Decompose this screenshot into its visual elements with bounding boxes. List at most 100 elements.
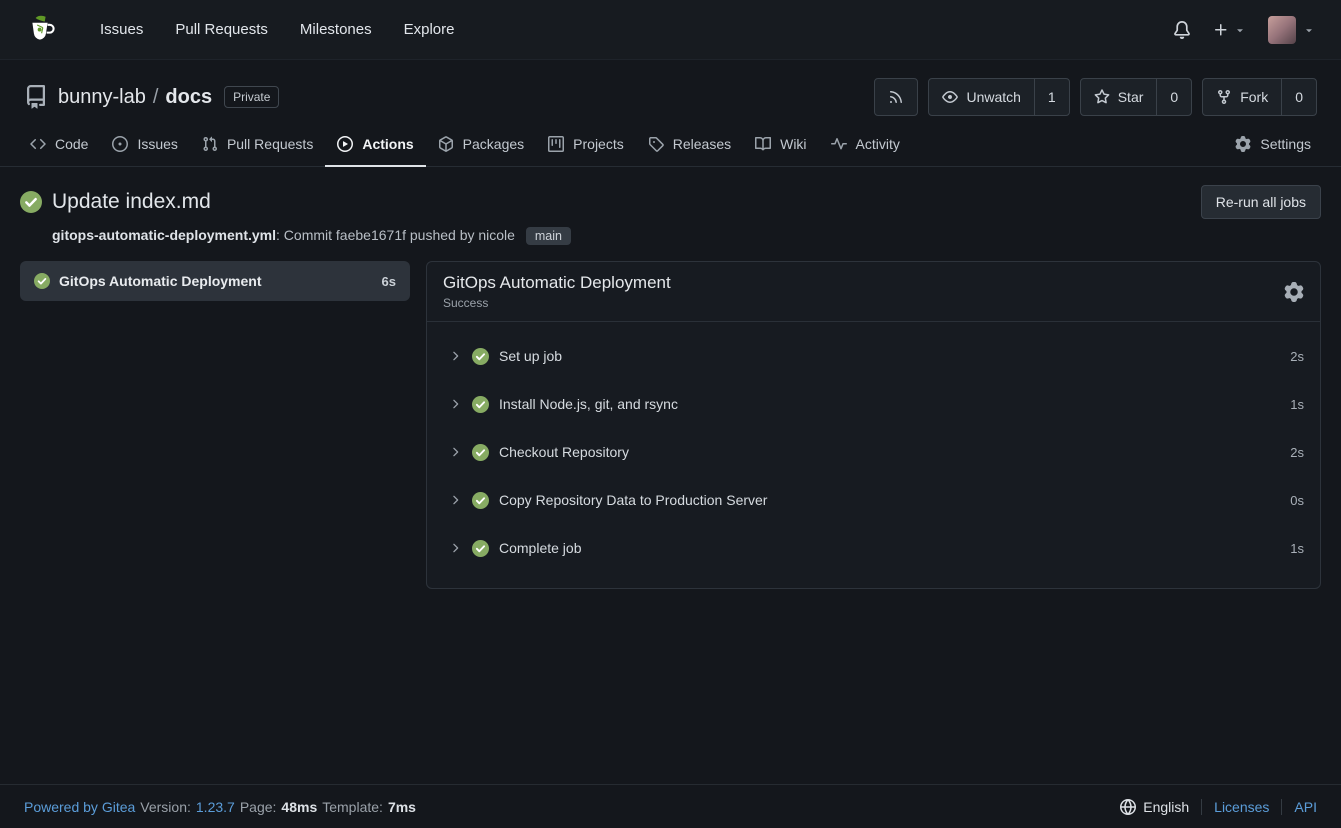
chevron-right-icon xyxy=(448,445,462,459)
globe-icon xyxy=(1120,799,1136,815)
settings-gear-icon xyxy=(1235,136,1251,152)
star-button[interactable]: Star xyxy=(1081,79,1157,115)
job-duration: 6s xyxy=(382,274,396,289)
fork-button[interactable]: Fork xyxy=(1203,79,1281,115)
tab-actions[interactable]: Actions xyxy=(325,124,425,167)
notifications-bell-icon[interactable] xyxy=(1173,21,1191,39)
watch-count[interactable]: 1 xyxy=(1034,79,1069,115)
step-success-check-icon xyxy=(472,396,489,413)
repo-icon xyxy=(24,85,48,109)
fork-icon xyxy=(1216,89,1232,105)
chevron-right-icon xyxy=(448,493,462,507)
version-label: Version: xyxy=(140,799,191,815)
chevron-right-icon xyxy=(448,397,462,411)
run-success-check-icon xyxy=(20,191,42,213)
create-new-button[interactable] xyxy=(1213,22,1246,38)
tag-icon xyxy=(648,136,664,152)
job-detail-panel: GitOps Automatic Deployment Success Set … xyxy=(426,261,1321,589)
nav-link-explore[interactable]: Explore xyxy=(388,13,471,46)
page-time-label: Page: xyxy=(240,799,277,815)
template-time-value: 7ms xyxy=(388,799,416,815)
star-count[interactable]: 0 xyxy=(1156,79,1191,115)
tab-wiki[interactable]: Wiki xyxy=(743,124,818,167)
project-board-icon xyxy=(548,136,564,152)
avatar xyxy=(1268,16,1296,44)
private-badge: Private xyxy=(224,86,279,108)
star-icon xyxy=(1094,89,1110,105)
fork-button-group: Fork 0 xyxy=(1202,78,1317,116)
job-options-gear-icon[interactable] xyxy=(1284,282,1304,302)
chevron-right-icon xyxy=(448,349,462,363)
run-subtitle: gitops-automatic-deployment.yml: Commit … xyxy=(52,227,1321,245)
code-icon xyxy=(30,136,46,152)
book-icon xyxy=(755,136,771,152)
tab-activity[interactable]: Activity xyxy=(819,124,912,167)
tab-releases[interactable]: Releases xyxy=(636,124,743,167)
top-navbar: Issues Pull Requests Milestones Explore xyxy=(0,0,1341,60)
job-list-item[interactable]: GitOps Automatic Deployment 6s xyxy=(20,261,410,301)
job-steps-list: Set up job 2s Install Node.js, git, and … xyxy=(427,322,1320,588)
step-row[interactable]: Set up job 2s xyxy=(427,332,1320,380)
step-name: Complete job xyxy=(499,540,582,556)
pull-request-icon xyxy=(202,136,218,152)
package-icon xyxy=(438,136,454,152)
page-footer: Powered by Gitea Version: 1.23.7 Page: 4… xyxy=(0,784,1341,828)
api-link[interactable]: API xyxy=(1294,799,1317,815)
gitea-logo[interactable] xyxy=(26,14,58,46)
step-name: Checkout Repository xyxy=(499,444,629,460)
fork-count[interactable]: 0 xyxy=(1281,79,1316,115)
step-row[interactable]: Copy Repository Data to Production Serve… xyxy=(427,476,1320,524)
step-row[interactable]: Install Node.js, git, and rsync 1s xyxy=(427,380,1320,428)
actions-run-view: Update index.md Re-run all jobs gitops-a… xyxy=(0,167,1341,589)
step-success-check-icon xyxy=(472,444,489,461)
step-row[interactable]: Complete job 1s xyxy=(427,524,1320,572)
branch-badge[interactable]: main xyxy=(526,227,571,245)
language-selector[interactable]: English xyxy=(1120,799,1189,815)
template-time-label: Template: xyxy=(322,799,383,815)
footer-divider xyxy=(1281,799,1282,815)
step-duration: 1s xyxy=(1290,397,1304,412)
rss-icon xyxy=(888,89,904,105)
nav-link-issues[interactable]: Issues xyxy=(84,13,159,46)
step-duration: 1s xyxy=(1290,541,1304,556)
version-link[interactable]: 1.23.7 xyxy=(196,799,235,815)
chevron-right-icon xyxy=(448,541,462,555)
repo-name-link[interactable]: docs xyxy=(165,86,212,109)
rerun-all-jobs-button[interactable]: Re-run all jobs xyxy=(1201,185,1321,219)
powered-by-gitea-link[interactable]: Powered by Gitea xyxy=(24,799,135,815)
repo-title-separator: / xyxy=(153,86,159,109)
rss-button[interactable] xyxy=(874,78,918,116)
job-success-check-icon xyxy=(34,273,50,289)
job-status-text: Success xyxy=(443,296,1284,310)
step-duration: 2s xyxy=(1290,349,1304,364)
tab-packages[interactable]: Packages xyxy=(426,124,536,167)
watch-button-group: Unwatch 1 xyxy=(928,78,1069,116)
nav-link-milestones[interactable]: Milestones xyxy=(284,13,388,46)
repo-owner-link[interactable]: bunny-lab xyxy=(58,86,146,109)
pulse-icon xyxy=(831,136,847,152)
commit-info-text: : Commit faebe1671f pushed by nicole xyxy=(276,227,515,243)
eye-icon xyxy=(942,89,958,105)
play-circle-icon xyxy=(337,136,353,152)
job-detail-header: GitOps Automatic Deployment Success xyxy=(427,262,1320,322)
repo-title: bunny-lab / docs xyxy=(58,86,212,109)
step-duration: 0s xyxy=(1290,493,1304,508)
unwatch-button[interactable]: Unwatch xyxy=(929,79,1033,115)
job-detail-title: GitOps Automatic Deployment xyxy=(443,273,1284,293)
tab-projects[interactable]: Projects xyxy=(536,124,636,167)
nav-link-pull-requests[interactable]: Pull Requests xyxy=(159,13,284,46)
licenses-link[interactable]: Licenses xyxy=(1214,799,1269,815)
workflow-file-link[interactable]: gitops-automatic-deployment.yml xyxy=(52,227,276,243)
tab-pull-requests[interactable]: Pull Requests xyxy=(190,124,325,167)
tab-settings[interactable]: Settings xyxy=(1223,124,1323,167)
tab-code[interactable]: Code xyxy=(18,124,100,167)
tab-issues[interactable]: Issues xyxy=(100,124,189,167)
step-row[interactable]: Checkout Repository 2s xyxy=(427,428,1320,476)
user-menu-button[interactable] xyxy=(1268,16,1315,44)
step-success-check-icon xyxy=(472,348,489,365)
step-name: Install Node.js, git, and rsync xyxy=(499,396,678,412)
star-button-group: Star 0 xyxy=(1080,78,1192,116)
job-name: GitOps Automatic Deployment xyxy=(59,273,373,289)
chevron-down-icon xyxy=(1303,24,1315,36)
step-duration: 2s xyxy=(1290,445,1304,460)
